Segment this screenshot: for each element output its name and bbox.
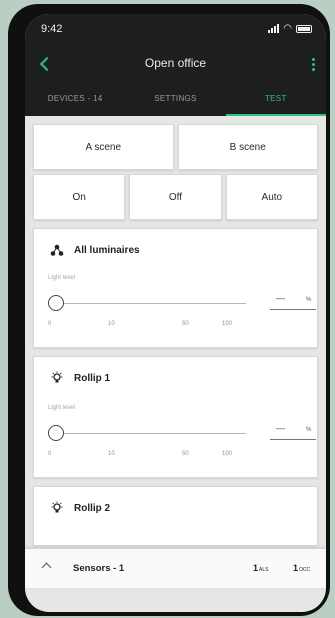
tab-test[interactable]: TEST: [225, 90, 326, 116]
tick-label: 10: [108, 451, 115, 457]
group-header: All luminaires: [50, 243, 140, 257]
occ-unit: OCC: [299, 567, 311, 573]
slider-handle[interactable]: [48, 295, 64, 311]
percent-unit: %: [306, 427, 312, 433]
group-name: Rollip 1: [74, 372, 111, 384]
tick-label: 50: [182, 451, 189, 457]
auto-button[interactable]: Auto: [225, 174, 318, 220]
level-input[interactable]: [270, 439, 316, 440]
tick-label: 10: [108, 321, 115, 327]
battery-icon: [296, 24, 312, 33]
sensors-bar[interactable]: Sensors - 1 1ALS 1OCC: [25, 548, 326, 588]
bulb-icon: [51, 501, 63, 513]
group-card-all-luminaires: All luminaires Light level 0 10 50 100 —…: [33, 228, 318, 348]
occ-count-value: 1: [293, 563, 299, 573]
on-button[interactable]: On: [33, 174, 126, 220]
mode-buttons: On Off Auto: [33, 174, 318, 220]
als-count-value: 1: [253, 563, 259, 573]
title-bar: Open office: [25, 50, 326, 78]
status-bar: 9:42 ◠: [25, 14, 326, 44]
group-name: Rollip 2: [74, 502, 111, 514]
tick-label: 50: [182, 321, 189, 327]
als-count: 1ALS: [253, 563, 268, 573]
sensors-label: Sensors - 1: [73, 563, 125, 574]
wifi-icon: ◠: [283, 23, 292, 34]
phone-frame: 9:42 ◠ Open office DEVICES - 14 SETTINGS…: [8, 4, 330, 616]
status-time: 9:42: [41, 23, 63, 35]
app-screen: 9:42 ◠ Open office DEVICES - 14 SETTINGS…: [25, 14, 326, 612]
group-header: Rollip 2: [50, 501, 110, 515]
light-level-slider[interactable]: [56, 303, 246, 304]
luminaires-group-icon: [50, 244, 64, 256]
off-button[interactable]: Off: [129, 174, 222, 220]
b-scene-button[interactable]: B scene: [177, 124, 318, 170]
occ-count: 1OCC: [293, 563, 310, 573]
als-unit: ALS: [259, 567, 269, 573]
group-header: Rollip 1: [50, 371, 110, 385]
percent-unit: %: [306, 297, 312, 303]
page-title: Open office: [144, 56, 207, 70]
level-value: —: [276, 293, 285, 303]
app-bar: 9:42 ◠ Open office DEVICES - 14 SETTINGS…: [25, 14, 326, 116]
tick-label: 0: [48, 321, 52, 327]
tab-settings[interactable]: SETTINGS: [125, 90, 225, 116]
level-input[interactable]: [270, 309, 316, 310]
level-value: —: [276, 423, 285, 433]
overflow-menu-button[interactable]: [306, 54, 320, 74]
group-card-rollip-1: Rollip 1 Light level 0 10 50 100 — %: [33, 356, 318, 478]
light-level-label: Light level: [48, 275, 76, 281]
chevron-up-icon: [41, 562, 52, 573]
a-scene-button[interactable]: A scene: [33, 124, 174, 170]
light-level-label: Light level: [48, 405, 76, 411]
tick-label: 100: [222, 451, 233, 457]
light-level-slider[interactable]: [56, 433, 246, 434]
tab-bar: DEVICES - 14 SETTINGS TEST: [25, 90, 326, 116]
signal-icon: [268, 24, 280, 33]
group-name: All luminaires: [74, 244, 140, 256]
bulb-icon: [51, 371, 63, 383]
tab-devices[interactable]: DEVICES - 14: [25, 90, 125, 116]
status-icons: ◠: [268, 23, 312, 34]
test-panel: A scene B scene On Off Auto All luminair…: [33, 124, 318, 546]
scene-buttons: A scene B scene: [33, 124, 318, 170]
tick-label: 0: [48, 451, 52, 457]
slider-handle[interactable]: [48, 425, 64, 441]
tick-label: 100: [222, 321, 233, 327]
group-card-rollip-2: Rollip 2: [33, 486, 318, 546]
